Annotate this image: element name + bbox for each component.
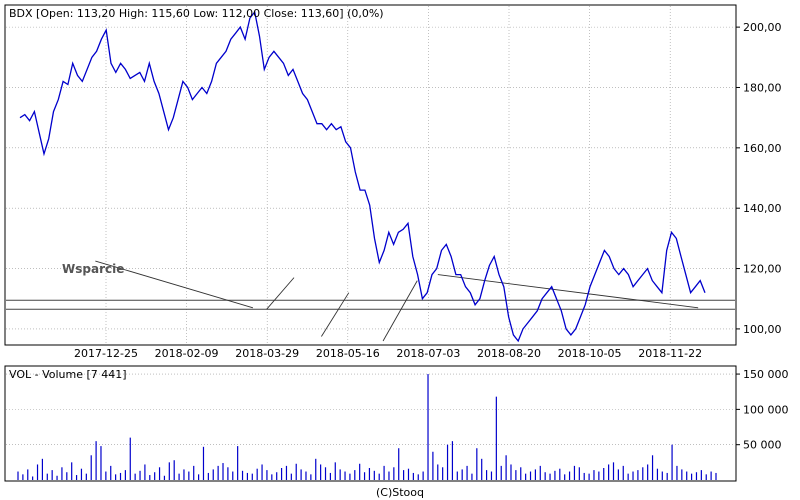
- volume-panel-frame: [4, 365, 737, 482]
- price-panel-frame: [4, 4, 737, 346]
- footer-credit: (C)Stooq: [376, 486, 424, 499]
- x-tick-label: 2018-11-22: [638, 347, 702, 360]
- x-tick-label: 2018-03-29: [235, 347, 299, 360]
- price-y-tick-label: 100,00: [743, 323, 782, 336]
- volume-y-tick-label: 150 000: [743, 368, 789, 381]
- volume-y-axis: 50 000 100 000 150 000: [736, 368, 789, 452]
- volume-title: VOL - Volume [7 441]: [9, 368, 127, 381]
- x-tick-label: 2018-05-16: [316, 347, 380, 360]
- support-annotation: Wsparcie: [62, 262, 124, 276]
- price-y-tick-label: 200,00: [743, 21, 782, 34]
- volume-y-tick-label: 100 000: [743, 403, 789, 416]
- price-y-tick-label: 180,00: [743, 81, 782, 94]
- x-tick-label: 2017-12-25: [74, 347, 138, 360]
- price-y-axis: 100,00 120,00 140,00 160,00 180,00 200,00: [736, 21, 782, 336]
- price-y-tick-label: 160,00: [743, 142, 782, 155]
- price-y-tick-label: 120,00: [743, 263, 782, 276]
- x-tick-label: 2018-02-09: [155, 347, 219, 360]
- x-tick-label: 2018-10-05: [558, 347, 622, 360]
- price-header: BDX [Open: 113,20 High: 115,60 Low: 112,…: [9, 7, 384, 20]
- price-y-tick-label: 140,00: [743, 202, 782, 215]
- x-axis: 2017-12-25 2018-02-09 2018-03-29 2018-05-16…: [74, 347, 702, 360]
- stock-chart: 100,00 120,00 140,00 160,00 180,00 200,00 201…: [4, 4, 789, 499]
- x-tick-label: 2018-08-20: [477, 347, 541, 360]
- x-tick-label: 2018-07-03: [396, 347, 460, 360]
- volume-y-tick-label: 50 000: [743, 439, 782, 452]
